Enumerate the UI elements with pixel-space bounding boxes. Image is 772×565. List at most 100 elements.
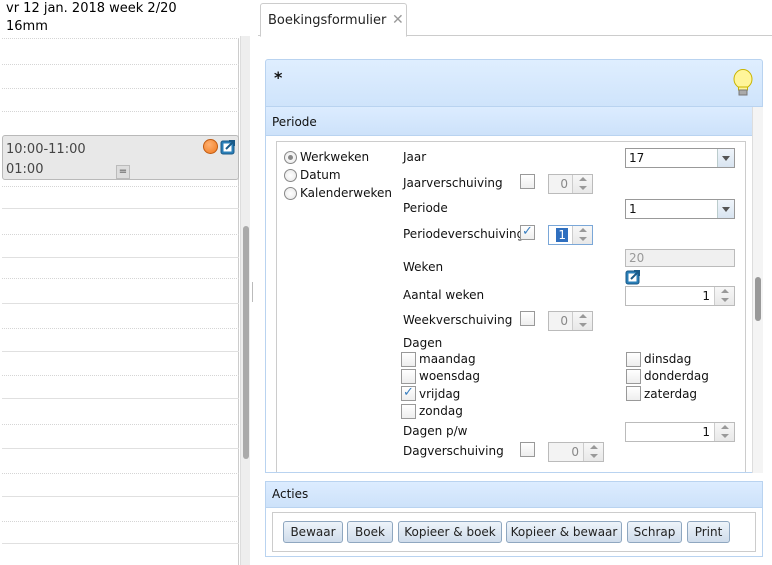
jaarverschuiving-checkbox[interactable] [520,174,535,189]
slot-line [2,64,239,65]
day-label-zaterdag: zaterdag [644,387,698,401]
print-button[interactable]: Print [687,521,730,543]
appointment-block[interactable]: 10:00-11:00 01:00 = [2,135,239,180]
jaarverschuiving-value: 0 [560,177,568,191]
chevron-down-icon[interactable] [717,200,734,218]
radio-werkweken[interactable] [284,151,297,164]
open-link-icon[interactable] [625,268,642,285]
spinner-buttons[interactable] [583,443,603,461]
form-content: * Periode Werkweken Datum Kalenderweken … [258,37,772,565]
periode-select[interactable]: 1 [625,199,735,219]
dagverschuiving-spinner[interactable]: 0 [548,442,604,462]
boek-button[interactable]: Boek [347,521,393,543]
resize-handle[interactable]: = [116,165,130,179]
jaar-select[interactable]: 17 [625,148,735,168]
periode-title-bar: Periode [266,107,752,136]
kopieer-boek-button[interactable]: Kopieer & boek [398,521,502,543]
periode-title: Periode [272,115,317,129]
weken-field: 20 [625,249,735,267]
day-checkbox-dinsdag[interactable] [626,352,641,367]
slot-line [2,496,239,497]
chevron-down-icon[interactable] [717,149,734,167]
tab-label: Boekingsformulier [268,13,387,28]
day-checkbox-woensdag[interactable] [401,369,416,384]
dagverschuiving-label: Dagverschuiving [403,444,504,458]
dagverschuiving-value: 0 [571,445,579,459]
acties-title: Acties [272,487,309,501]
slot-line [2,398,239,399]
schrap-button[interactable]: Schrap [627,521,682,543]
dagen-label: Dagen [403,336,443,350]
dagen-pw-value: 1 [702,425,710,439]
dagverschuiving-checkbox[interactable] [520,442,535,457]
periodeverschuiving-checkbox[interactable] [520,224,535,240]
slot-line [2,257,239,258]
spinner-buttons[interactable] [714,287,734,305]
radio-datum[interactable] [284,169,297,182]
calendar-scrollbar[interactable] [240,36,250,565]
aantal-weken-label: Aantal weken [403,288,485,302]
day-checkbox-vrijdag[interactable] [401,385,416,401]
day-checkbox-zondag[interactable] [401,404,416,419]
form-header: * [265,59,763,107]
splitter-grip[interactable] [252,282,253,302]
day-label-zondag: zondag [419,404,463,418]
calendar-date: vr 12 jan. 2018 week 2/20 [6,1,177,16]
day-label-vrijdag: vrijdag [419,387,461,401]
slot-line [2,448,239,449]
radio-kalenderweken-label: Kalenderweken [300,186,392,200]
day-checkbox-donderdag[interactable] [626,369,641,384]
periode-fields: Werkweken Datum Kalenderweken Jaar 17 Ja… [276,141,746,472]
jaarverschuiving-spinner[interactable]: 0 [548,174,593,194]
day-checkbox-maandag[interactable] [401,352,416,367]
periodeverschuiving-label: Periodeverschuiving [403,227,525,241]
radio-kalenderweken[interactable] [284,187,297,200]
slot-line [2,473,239,474]
day-label-maandag: maandag [419,352,476,366]
slot-line [2,88,239,89]
form-scrollbar-thumb[interactable] [755,277,761,321]
spinner-buttons[interactable] [714,423,734,441]
acties-title-bar: Acties [266,482,762,508]
weekverschuiving-spinner[interactable]: 0 [548,311,593,331]
slot-line [2,543,239,544]
aantal-weken-spinner[interactable]: 1 [625,286,735,306]
day-checkbox-zaterdag[interactable] [626,386,641,401]
calendar-scrollbar-thumb[interactable] [243,226,249,459]
open-link-icon[interactable] [220,138,237,155]
slot-line [2,424,239,425]
bewaar-button[interactable]: Bewaar [283,521,343,543]
spinner-buttons[interactable] [572,226,592,244]
slot-line [2,375,239,376]
aantal-weken-value: 1 [702,289,710,303]
slot-line [2,278,239,279]
unsaved-marker: * [274,68,283,87]
form-scrollbar[interactable] [752,107,763,473]
spinner-buttons[interactable] [572,312,592,330]
panel-splitter[interactable] [250,0,254,565]
dagen-pw-label: Dagen p/w [403,424,468,438]
periode-label: Periode [403,201,448,215]
kopieer-bewaar-button[interactable]: Kopieer & bewaar [506,521,622,543]
calendar-grid[interactable] [2,38,239,565]
tab-boekingsformulier[interactable]: Boekingsformulier ✕ [260,3,407,37]
close-icon[interactable]: ✕ [392,12,404,28]
periodeverschuiving-spinner[interactable]: 1 [548,225,593,245]
weekverschuiving-label: Weekverschuiving [403,313,513,327]
acties-button-bar: Bewaar Boek Kopieer & boek Kopieer & bew… [272,512,756,552]
calendar-panel: vr 12 jan. 2018 week 2/20 16mm 10:00-11:… [0,0,250,565]
dagen-pw-spinner[interactable]: 1 [625,422,735,442]
slot-line [2,38,239,39]
slot-line [2,186,239,187]
acties-section: Acties Bewaar Boek Kopieer & boek Kopiee… [265,481,763,557]
weekverschuiving-checkbox[interactable] [520,311,535,326]
spinner-buttons[interactable] [572,175,592,193]
radio-datum-label: Datum [300,168,341,182]
radio-werkweken-label: Werkweken [300,150,370,164]
appointment-duration: 01:00 [6,162,44,177]
weken-label: Weken [403,260,444,274]
jaar-value: 17 [629,151,645,165]
lightbulb-icon[interactable] [732,68,754,98]
periode-section: Periode Werkweken Datum Kalenderweken Ja… [265,107,753,473]
slot-line [2,521,239,522]
